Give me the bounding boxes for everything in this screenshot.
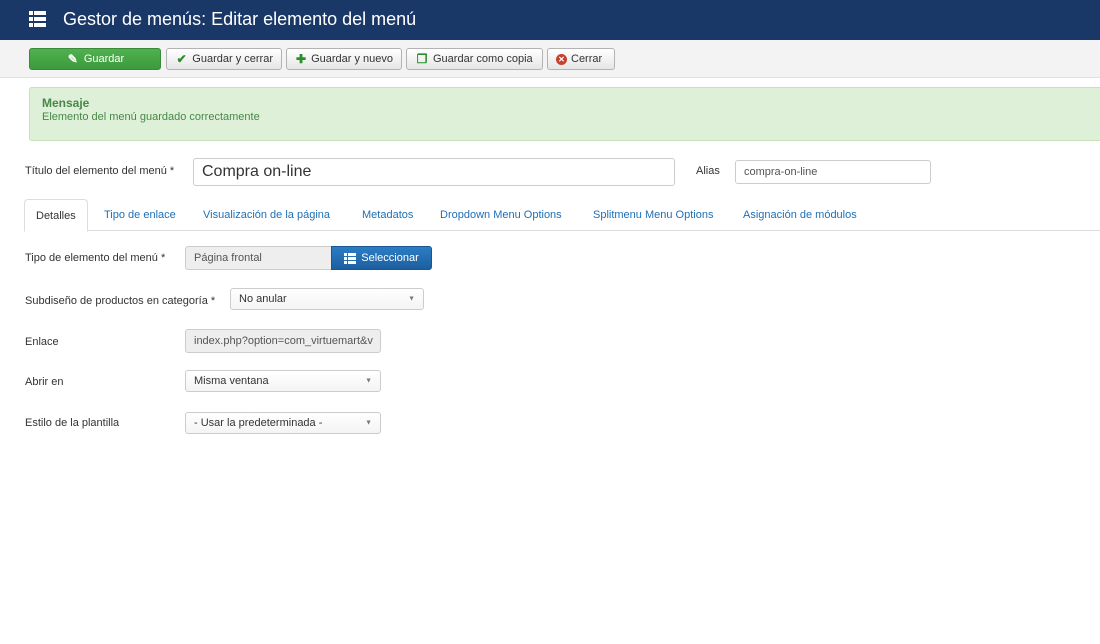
menu-list-icon: [29, 11, 46, 27]
template-style-label: Estilo de la plantilla: [25, 417, 120, 429]
save-new-label: Guardar y nuevo: [311, 53, 393, 65]
menu-type-field: Página frontal: [185, 246, 332, 270]
open-in-select[interactable]: Misma ventana ▼: [185, 370, 381, 392]
message-text: Elemento del menú guardado correctamente: [42, 111, 260, 123]
subdesign-select[interactable]: No anular ▼: [230, 288, 424, 310]
save-copy-button[interactable]: ❐ Guardar como copia: [406, 48, 543, 70]
menu-type-label: Tipo de elemento del menú *: [25, 252, 166, 264]
save-close-label: Guardar y cerrar: [192, 53, 273, 65]
header-bar: Gestor de menús: Editar elemento del men…: [0, 0, 1100, 40]
success-message: Mensaje Elemento del menú guardado corre…: [29, 87, 1100, 141]
open-in-value: Misma ventana: [194, 375, 269, 387]
tab-dropdown-menu-options[interactable]: Dropdown Menu Options: [429, 199, 573, 231]
chevron-down-icon: ▼: [408, 295, 415, 303]
tab-bar: Detalles Tipo de enlace Visualización de…: [24, 199, 1100, 232]
copy-icon: ❐: [416, 52, 428, 66]
message-heading: Mensaje: [42, 96, 90, 110]
tab-page-display[interactable]: Visualización de la página: [192, 199, 341, 231]
save-new-button[interactable]: ✚ Guardar y nuevo: [286, 48, 402, 70]
link-field: index.php?option=com_virtuemart&v: [185, 329, 381, 353]
select-label: Seleccionar: [361, 252, 419, 264]
close-button[interactable]: ✕ Cerrar: [547, 48, 615, 70]
tab-module-assignment[interactable]: Asignación de módulos: [732, 199, 868, 231]
title-label: Título del elemento del menú *: [25, 165, 175, 177]
close-label: Cerrar: [571, 53, 603, 65]
save-close-button[interactable]: ✔ Guardar y cerrar: [166, 48, 282, 70]
chevron-down-icon: ▼: [365, 377, 372, 385]
edit-icon: ✎: [67, 52, 78, 66]
open-in-label: Abrir en: [25, 376, 64, 388]
alias-input[interactable]: compra-on-line: [735, 160, 931, 184]
title-input[interactable]: Compra on-line: [193, 158, 675, 186]
check-icon: ✔: [176, 52, 187, 66]
template-style-select[interactable]: - Usar la predeterminada - ▼: [185, 412, 381, 434]
save-button[interactable]: ✎ Guardar: [29, 48, 161, 70]
tab-metadata[interactable]: Metadatos: [351, 199, 424, 231]
tab-details[interactable]: Detalles: [24, 199, 88, 232]
link-label: Enlace: [25, 336, 59, 348]
toolbar: ✎ Guardar ✔ Guardar y cerrar ✚ Guardar y…: [0, 40, 1100, 78]
cancel-icon: ✕: [556, 53, 567, 65]
subdesign-value: No anular: [239, 293, 287, 305]
chevron-down-icon: ▼: [365, 419, 372, 427]
tab-splitmenu-menu-options[interactable]: Splitmenu Menu Options: [582, 199, 724, 231]
template-style-value: - Usar la predeterminada -: [194, 417, 323, 429]
page-title: Gestor de menús: Editar elemento del men…: [63, 9, 417, 29]
save-label: Guardar: [83, 53, 125, 65]
alias-label: Alias: [696, 165, 720, 177]
tab-link-type[interactable]: Tipo de enlace: [93, 199, 187, 231]
save-copy-label: Guardar como copia: [433, 53, 533, 65]
select-menu-type-button[interactable]: Seleccionar: [331, 246, 432, 270]
list-icon: [344, 252, 357, 264]
plus-icon: ✚: [296, 52, 307, 66]
subdesign-label: Subdiseño de productos en categoría *: [25, 295, 216, 307]
